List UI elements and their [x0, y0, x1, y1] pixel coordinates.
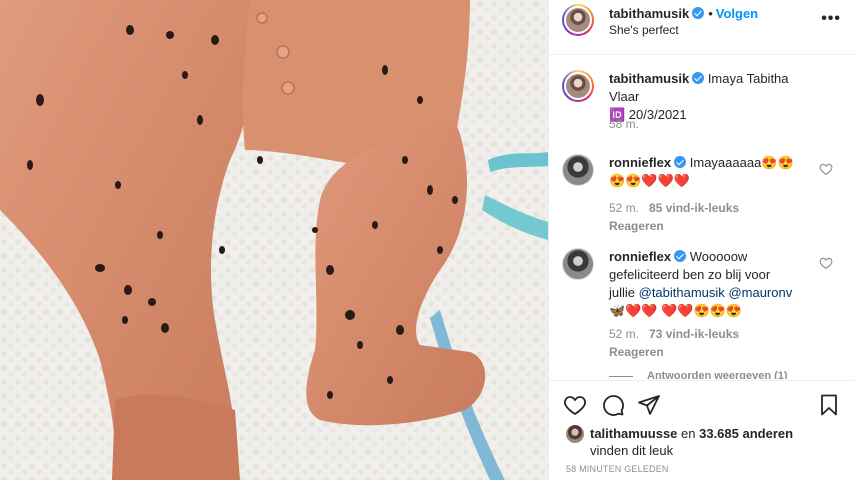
- post-header: tabithamusik • Volgen She's perfect •••: [549, 0, 854, 55]
- author-line: tabithamusik • Volgen: [609, 6, 758, 21]
- comment-likes[interactable]: 73 vind-ik-leuks: [649, 327, 739, 341]
- comment-icon[interactable]: [601, 393, 625, 417]
- comment-body-line2: 😍😍❤️❤️❤️: [609, 173, 690, 188]
- comment-body-line2: gefeliciteerd ben zo blij voor: [609, 267, 771, 282]
- caption-author-avatar[interactable]: [562, 70, 594, 102]
- view-replies-button[interactable]: Antwoorden weergeven (1): [609, 370, 788, 379]
- heart-icon[interactable]: [819, 256, 833, 270]
- post-location[interactable]: She's perfect: [609, 23, 679, 37]
- commenter-username[interactable]: ronnieflex: [609, 249, 671, 264]
- verified-badge-icon: [692, 72, 705, 84]
- follow-button[interactable]: Volgen: [716, 6, 758, 21]
- author-username[interactable]: tabithamusik: [609, 6, 689, 21]
- post-side-panel: tabithamusik • Volgen She's perfect ••• ta…: [548, 0, 854, 480]
- comments-list[interactable]: tabithamusik Imaya Tabitha Vlaar 🆔 20/3/…: [549, 56, 854, 379]
- post-photo[interactable]: [0, 0, 548, 480]
- comment-body-line1: Wooooow: [689, 249, 748, 264]
- comment-meta: 52 m. 85 vind-ik-leuks: [609, 201, 739, 215]
- verified-badge-icon: [692, 7, 705, 19]
- bookmark-icon[interactable]: [817, 393, 841, 417]
- mention-link[interactable]: @tabithamusik: [639, 285, 725, 300]
- commenter-username[interactable]: ronnieflex: [609, 155, 671, 170]
- comment-text: ronnieflex Wooooow gefeliciteerd ben zo …: [609, 248, 814, 320]
- comment-age: 52 m.: [609, 201, 640, 215]
- heart-icon[interactable]: [563, 393, 587, 417]
- baby-onesie-photo: [0, 0, 548, 480]
- comment-likes[interactable]: 85 vind-ik-leuks: [649, 201, 739, 215]
- commenter-avatar[interactable]: [562, 154, 594, 186]
- post-footer: talithamuusse en 33.685 anderen vinden d…: [549, 380, 854, 480]
- comment-body-line1: Imayaaaaaa😍😍: [689, 155, 794, 170]
- more-options-icon[interactable]: •••: [821, 10, 841, 28]
- author-avatar[interactable]: [562, 4, 594, 36]
- likes-line1: talithamuusse en 33.685 anderen: [590, 425, 793, 442]
- heart-icon[interactable]: [819, 162, 833, 176]
- commenter-avatar[interactable]: [562, 248, 594, 280]
- caption-username[interactable]: tabithamusik: [609, 71, 689, 86]
- liker-avatar[interactable]: [566, 425, 584, 443]
- instagram-post: tabithamusik • Volgen She's perfect ••• ta…: [0, 0, 854, 480]
- comment-body-line3: jullie: [609, 285, 639, 300]
- reply-button[interactable]: Reageren: [609, 345, 664, 359]
- separator-dot: •: [708, 6, 713, 21]
- post-timestamp[interactable]: 58 MINUTEN GELEDEN: [566, 464, 669, 474]
- caption-text: tabithamusik Imaya Tabitha Vlaar 🆔 20/3/…: [609, 70, 814, 124]
- caption-age: 58 m.: [609, 117, 640, 131]
- reply-button[interactable]: Reageren: [609, 219, 664, 233]
- mention-link[interactable]: @mauronv: [728, 285, 792, 300]
- comment-age: 52 m.: [609, 327, 640, 341]
- likes-count[interactable]: 33.685 anderen: [699, 426, 793, 441]
- verified-badge-icon: [674, 250, 687, 262]
- likes-suffix: vinden dit leuk: [590, 443, 674, 458]
- comment-text: ronnieflex Imayaaaaaa😍😍 😍😍❤️❤️❤️: [609, 154, 814, 190]
- comment-body-line4: 🦋❤️❤️ ❤️❤️😍😍😍: [609, 303, 743, 318]
- likes-conjunction: en: [677, 426, 700, 441]
- liker-username[interactable]: talithamuusse: [590, 426, 677, 441]
- comment-meta: 52 m. 73 vind-ik-leuks: [609, 327, 739, 341]
- verified-badge-icon: [674, 156, 687, 168]
- share-icon[interactable]: [637, 393, 661, 417]
